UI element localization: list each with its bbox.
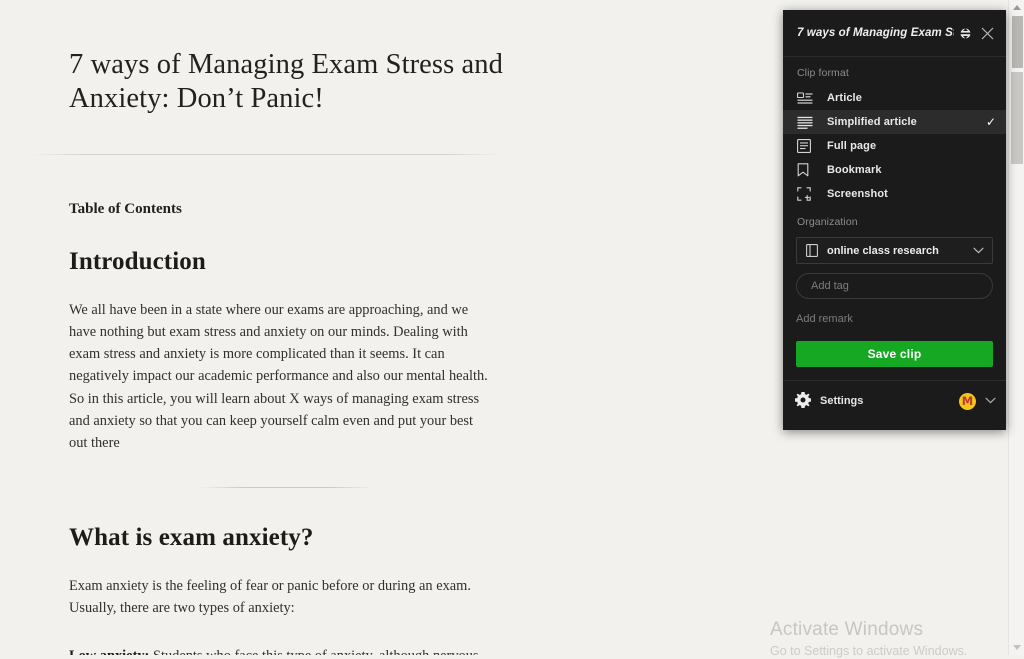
save-clip-button[interactable]: Save clip: [796, 341, 993, 367]
notebook-name: online class research: [827, 244, 939, 257]
clip-format-article[interactable]: Article: [783, 86, 1006, 110]
save-clip-label: Save clip: [867, 347, 922, 361]
clip-format-bookmark[interactable]: Bookmark: [783, 158, 1006, 182]
clip-format-selected-check-icon: ✓: [985, 115, 996, 129]
scrollbar-thumb[interactable]: [1011, 72, 1023, 164]
resize-vertical-icon[interactable]: [954, 22, 976, 44]
settings-label[interactable]: Settings: [820, 395, 959, 407]
organization-label: Organization: [797, 216, 858, 228]
clipper-header: 7 ways of Managing Exam Stress: [783, 10, 1006, 57]
exam-anxiety-heading: What is exam anxiety?: [69, 524, 314, 552]
clip-format-screenshot[interactable]: Screenshot: [783, 182, 1006, 206]
web-clipper-panel: 7 ways of Managing Exam Stress Clip form…: [783, 10, 1006, 430]
scroll-down-arrow-icon[interactable]: [1009, 640, 1024, 655]
low-anxiety-paragraph: Low anxiety: Students who face this type…: [69, 645, 494, 655]
clip-title: 7 ways of Managing Exam Stress: [797, 27, 954, 39]
title-divider: [31, 153, 501, 155]
article-icon: [797, 90, 815, 106]
gear-icon[interactable]: [795, 391, 811, 411]
clip-format-simplified-article[interactable]: Simplified article ✓: [783, 110, 1006, 134]
add-tag-input[interactable]: Add tag: [796, 273, 993, 299]
section-divider: [199, 487, 374, 489]
clip-format-label: Clip format: [797, 67, 849, 79]
exam-anxiety-paragraph: Exam anxiety is the feeling of fear or p…: [69, 578, 471, 617]
low-anxiety-label: Low anxiety:: [69, 648, 149, 655]
introduction-paragraph: We all have been in a state where our ex…: [69, 301, 488, 451]
account-chevron-down-icon[interactable]: [985, 395, 996, 407]
scroll-up-arrow-icon[interactable]: [1009, 0, 1024, 15]
screenshot-icon: [797, 186, 815, 202]
add-remark-field[interactable]: Add remark: [796, 311, 993, 327]
clip-format-full-page-label: Full page: [827, 140, 877, 152]
page-title: 7 ways of Managing Exam Stress and Anxie…: [69, 49, 503, 114]
add-tag-placeholder: Add tag: [811, 280, 849, 292]
clip-format-list: Article Simplified article ✓ Full page B…: [783, 86, 1006, 206]
clip-format-simplified-article-label: Simplified article: [827, 116, 917, 128]
clip-format-screenshot-label: Screenshot: [827, 188, 888, 200]
clip-format-bookmark-label: Bookmark: [827, 164, 882, 176]
notebook-icon: [806, 244, 818, 257]
close-icon[interactable]: [976, 22, 998, 44]
article-content: 7 ways of Managing Exam Stress and Anxie…: [31, 0, 503, 655]
avatar[interactable]: M: [959, 392, 976, 410]
clipper-footer: Settings M: [783, 380, 1006, 421]
clip-format-full-page[interactable]: Full page: [783, 134, 1006, 158]
full-page-icon: [797, 138, 815, 154]
notebook-selector[interactable]: online class research: [796, 237, 993, 264]
bookmark-icon: [797, 162, 815, 178]
scrollbar-thumb-secondary[interactable]: [1012, 16, 1023, 68]
clip-format-article-label: Article: [827, 92, 862, 104]
chevron-down-icon[interactable]: [973, 245, 984, 257]
page-scrollbar[interactable]: [1008, 0, 1024, 655]
simplified-article-icon: [797, 114, 815, 130]
table-of-contents-heading: Table of Contents: [69, 200, 182, 217]
introduction-heading: Introduction: [69, 247, 206, 275]
add-remark-placeholder: Add remark: [796, 313, 853, 325]
